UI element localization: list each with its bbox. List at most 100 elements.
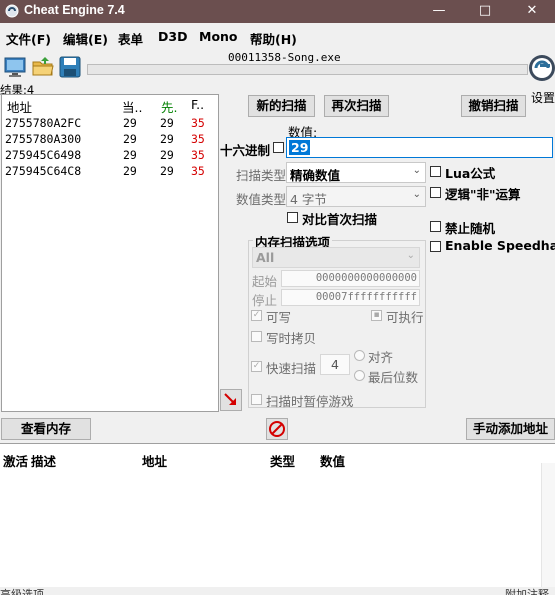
row-first: 35 bbox=[191, 148, 205, 162]
menu-table[interactable]: 表单 bbox=[118, 29, 143, 48]
settings-label[interactable]: 设置 bbox=[531, 89, 555, 106]
scan-type-select[interactable]: 精确数值 ⌄ bbox=[286, 162, 426, 183]
last-digits-label: 最后位数 bbox=[368, 370, 419, 385]
value-type-label: 数值类型 bbox=[236, 192, 287, 207]
no-entry-icon bbox=[269, 421, 285, 437]
fast-scan-value: 4 bbox=[331, 357, 339, 372]
copy-on-write-label: 写时拷贝 bbox=[266, 331, 317, 346]
executable-checkbox[interactable]: ▪ bbox=[371, 310, 382, 321]
compare-first-label: 对比首次扫描 bbox=[302, 212, 378, 227]
title-bar: Cheat Engine 7.4 — □ ✕ bbox=[0, 0, 555, 23]
column-current[interactable]: 当.. bbox=[122, 97, 142, 116]
table-extras-label[interactable]: 附加注释 bbox=[505, 586, 549, 595]
memory-region-value: All bbox=[256, 250, 275, 265]
view-memory-button[interactable]: 查看内存 bbox=[1, 418, 91, 440]
column-previous[interactable]: 先. bbox=[161, 97, 177, 116]
scan-results-list[interactable]: 地址 当.. 先. F.. 2755780A2FC 29 29 35 27557… bbox=[1, 94, 219, 412]
pause-game-label: 扫描时暂停游戏 bbox=[266, 394, 354, 409]
address-table-scrollbar[interactable] bbox=[541, 463, 555, 587]
column-description[interactable]: 描述 bbox=[31, 451, 56, 470]
last-digits-radio[interactable] bbox=[354, 370, 365, 381]
memory-region-select[interactable]: All ⌄ bbox=[252, 247, 420, 268]
row-address: 2755780A300 bbox=[5, 132, 82, 146]
fast-scan-label: 快速扫描 bbox=[266, 361, 317, 376]
computer-icon[interactable] bbox=[3, 55, 27, 79]
scan-type-label: 扫描类型 bbox=[236, 168, 287, 183]
advanced-options-label[interactable]: 高级选项 bbox=[0, 586, 44, 595]
next-scan-button[interactable]: 再次扫描 bbox=[324, 95, 389, 117]
save-disk-icon[interactable] bbox=[58, 55, 82, 79]
cheat-engine-logo-icon bbox=[5, 4, 19, 18]
row-address: 2755780A2FC bbox=[5, 116, 82, 130]
not-logic-label: 逻辑"非"运算 bbox=[445, 187, 521, 202]
compare-first-checkbox[interactable] bbox=[287, 212, 298, 223]
cheat-engine-logo-icon[interactable] bbox=[527, 52, 555, 88]
executable-label: 可执行 bbox=[386, 310, 424, 325]
row-previous: 29 bbox=[160, 116, 174, 130]
writable-checkbox[interactable]: ✓ bbox=[251, 310, 262, 321]
undo-scan-button[interactable]: 撤销扫描 bbox=[461, 95, 526, 117]
no-random-checkbox[interactable] bbox=[430, 221, 441, 232]
open-folder-icon[interactable] bbox=[31, 55, 55, 79]
not-logic-checkbox[interactable] bbox=[430, 187, 441, 198]
value-input[interactable]: 29 bbox=[286, 137, 553, 158]
red-arrow-icon bbox=[224, 393, 236, 405]
start-address-value: 0000000000000000 bbox=[315, 272, 417, 284]
column-value[interactable]: 数值 bbox=[320, 451, 345, 470]
stop-address-input[interactable]: 00007fffffffffff bbox=[281, 289, 420, 306]
row-first: 35 bbox=[191, 164, 205, 178]
menu-help[interactable]: 帮助(H) bbox=[250, 29, 297, 48]
row-address: 275945C64C8 bbox=[5, 164, 82, 178]
value-type-select[interactable]: 4 字节 ⌄ bbox=[286, 186, 426, 207]
column-active[interactable]: 激活 bbox=[3, 451, 28, 470]
new-scan-button[interactable]: 新的扫描 bbox=[248, 95, 315, 117]
menu-edit[interactable]: 编辑(E) bbox=[63, 29, 108, 48]
copy-on-write-checkbox[interactable] bbox=[251, 331, 262, 342]
row-current: 29 bbox=[123, 132, 137, 146]
row-previous: 29 bbox=[160, 164, 174, 178]
process-name: 00011358-Song.exe bbox=[228, 51, 341, 64]
add-to-list-button[interactable] bbox=[220, 389, 242, 411]
alignment-label: 对齐 bbox=[368, 350, 394, 365]
speedhack-label: Enable Speedhack bbox=[445, 238, 555, 253]
chevron-down-icon: ⌄ bbox=[412, 165, 421, 176]
pause-game-checkbox[interactable] bbox=[251, 394, 262, 405]
close-button[interactable]: ✕ bbox=[509, 0, 555, 23]
fast-scan-value-input[interactable]: 4 bbox=[320, 354, 350, 375]
row-first: 35 bbox=[191, 132, 205, 146]
menu-mono[interactable]: Mono bbox=[199, 29, 238, 44]
column-address[interactable]: 地址 bbox=[7, 97, 32, 116]
column-type[interactable]: 类型 bbox=[270, 451, 295, 470]
row-previous: 29 bbox=[160, 148, 174, 162]
scan-progress-bar bbox=[87, 64, 528, 75]
alignment-radio[interactable] bbox=[354, 350, 365, 361]
stop-address-value: 00007fffffffffff bbox=[315, 291, 417, 303]
start-address-input[interactable]: 0000000000000000 bbox=[281, 270, 420, 287]
minimize-button[interactable]: — bbox=[416, 0, 462, 23]
value-input-text: 29 bbox=[289, 140, 311, 155]
menu-d3d[interactable]: D3D bbox=[158, 29, 187, 44]
lua-formula-checkbox[interactable] bbox=[430, 166, 441, 177]
address-table[interactable]: 激活 描述 地址 类型 数值 bbox=[0, 443, 555, 587]
add-address-manually-button[interactable]: 手动添加地址 bbox=[466, 418, 555, 440]
maximize-button[interactable]: □ bbox=[462, 0, 508, 23]
clear-list-button[interactable] bbox=[266, 418, 288, 440]
row-current: 29 bbox=[123, 164, 137, 178]
column-first[interactable]: F.. bbox=[191, 97, 204, 112]
value-type-value: 4 字节 bbox=[290, 192, 327, 207]
writable-label: 可写 bbox=[266, 310, 292, 325]
hex-label: 十六进制 bbox=[220, 143, 271, 158]
no-random-label: 禁止随机 bbox=[445, 221, 496, 236]
lua-formula-label: Lua公式 bbox=[445, 166, 496, 181]
speedhack-checkbox[interactable] bbox=[430, 241, 441, 252]
chevron-down-icon: ⌄ bbox=[406, 250, 415, 261]
row-previous: 29 bbox=[160, 132, 174, 146]
column-address[interactable]: 地址 bbox=[142, 451, 167, 470]
fast-scan-checkbox[interactable]: ✓ bbox=[251, 361, 262, 372]
row-address: 275945C6498 bbox=[5, 148, 82, 162]
hex-checkbox[interactable] bbox=[273, 142, 284, 153]
window-title: Cheat Engine 7.4 bbox=[24, 3, 125, 17]
row-current: 29 bbox=[123, 148, 137, 162]
row-first: 35 bbox=[191, 116, 205, 130]
menu-file[interactable]: 文件(F) bbox=[6, 29, 51, 48]
